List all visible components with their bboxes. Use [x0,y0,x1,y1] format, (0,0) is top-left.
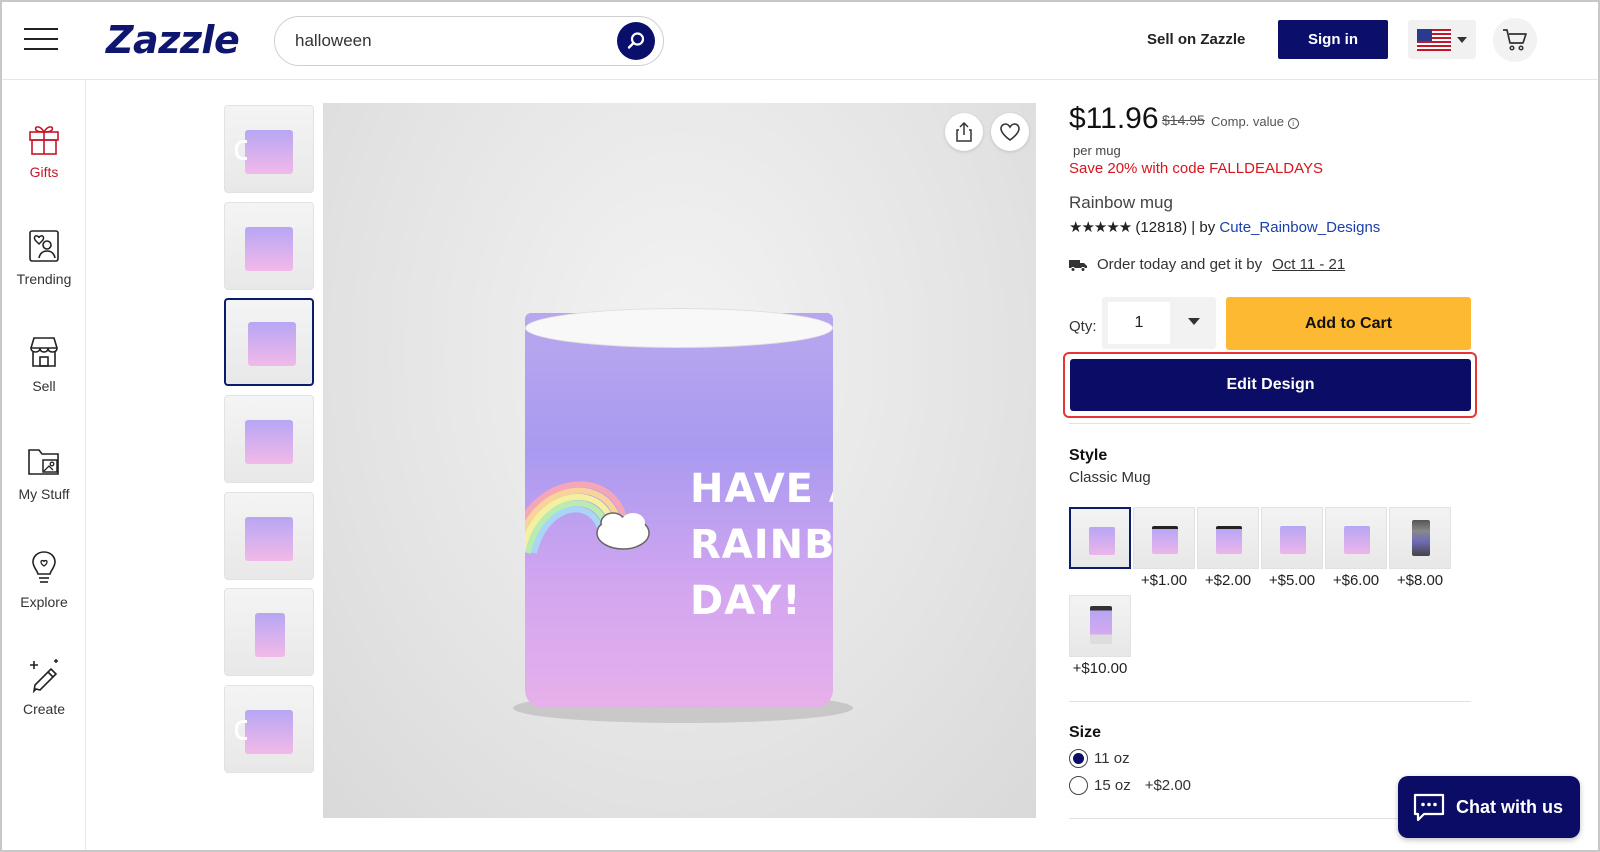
style-selected: Classic Mug [1069,469,1151,486]
style-option[interactable]: +$8.00 [1389,507,1451,589]
nav-label-explore: Explore [20,594,68,610]
size-option-15oz[interactable]: 15 oz +$2.00 [1069,776,1191,795]
info-icon: i [1287,118,1299,129]
cart-icon [1503,29,1527,51]
app-window: Zazzle Sell on Zazzle Sign in Gifts [0,0,1600,852]
main-product-image: HAVE A RAINBOW DAY! [323,103,1036,818]
nav-label-my-stuff: My Stuff [18,486,70,502]
seller-link[interactable]: Cute_Rainbow_Designs [1219,219,1380,236]
rainbow-graphic [525,481,650,554]
price: $11.96 [1069,102,1159,135]
style-option[interactable]: +$1.00 [1133,507,1195,589]
nav-label-gifts: Gifts [29,164,59,180]
edit-design-highlight: Edit Design [1063,352,1477,418]
nav-label-trending: Trending [16,271,72,287]
product-thumbnail-selected[interactable] [224,298,314,386]
trending-heart-icon [29,230,59,262]
gift-icon [29,126,59,155]
truck-icon [1069,259,1087,272]
product-name: Rainbow mug [1069,193,1173,212]
style-option[interactable]: +$10.00 [1069,595,1131,677]
star-rating[interactable]: ★★★★★ [1069,219,1132,236]
sell-on-zazzle-link[interactable]: Sell on Zazzle [1147,31,1245,48]
shipping-info: Order today and get it by Oct 11 - 21 [1069,256,1345,273]
folder-image-icon [28,449,59,475]
search-icon [627,32,645,49]
mug-slogan: HAVE A RAINBOW DAY! [690,466,833,624]
promo-text: Save 20% with code FALLDEALDAYS [1069,160,1324,177]
comp-value-label[interactable]: Comp. value i [1211,114,1299,129]
store-icon [30,337,58,367]
nav-item-explore[interactable]: Explore [2,548,86,628]
rating-row: ★★★★★ (12818) | by Cute_Rainbow_Designs [1069,219,1381,236]
nav-label-sell: Sell [32,378,56,394]
mug-image: HAVE A RAINBOW DAY! [525,313,833,708]
style-option[interactable] [1069,507,1131,572]
product-thumbnail[interactable] [224,202,314,290]
cart-button[interactable] [1493,18,1537,62]
nav-item-gifts[interactable]: Gifts [2,118,86,198]
style-option[interactable]: +$2.00 [1197,507,1259,589]
product-thumbnail[interactable] [224,492,314,580]
nav-item-trending[interactable]: Trending [2,225,86,305]
add-to-cart-button[interactable]: Add to Cart [1226,297,1471,350]
chat-bubble-icon [1413,793,1445,822]
country-selector[interactable] [1408,20,1476,59]
share-button[interactable] [945,113,983,151]
search-button[interactable] [617,22,655,60]
size-title: Size [1069,724,1102,741]
share-icon [956,122,972,142]
style-option[interactable]: +$5.00 [1261,507,1323,589]
quantity-select[interactable]: 1 [1102,297,1216,349]
chevron-down-icon [1457,36,1467,43]
site-header: Zazzle Sell on Zazzle Sign in [2,2,1598,80]
shipping-date-link[interactable]: Oct 11 - 21 [1272,256,1345,273]
divider [1069,701,1471,702]
nav-item-my-stuff[interactable]: My Stuff [2,440,86,520]
nav-item-create[interactable]: Create [2,655,86,735]
nav-item-sell[interactable]: Sell [2,332,86,412]
chat-with-us-button[interactable]: Chat with us [1398,776,1580,838]
divider [1069,423,1471,424]
chevron-down-icon [1188,318,1200,325]
us-flag-icon [1417,28,1451,51]
product-thumbnail[interactable] [224,105,314,193]
chat-label: Chat with us [1456,796,1563,817]
product-thumbnail[interactable] [224,588,314,676]
search-input[interactable] [295,29,595,53]
style-option[interactable]: +$6.00 [1325,507,1387,589]
size-option-11oz[interactable]: 11 oz [1069,749,1130,768]
radio-selected[interactable] [1069,749,1088,768]
favorite-button[interactable] [991,113,1029,151]
lightbulb-icon [32,551,56,583]
style-title: Style [1069,447,1108,464]
product-thumbnail[interactable] [224,395,314,483]
menu-icon[interactable] [24,28,58,52]
quantity-value: 1 [1108,302,1170,344]
radio-unselected[interactable] [1069,776,1088,795]
per-unit-label: per mug [1073,143,1121,158]
product-thumbnail[interactable] [224,685,314,773]
nav-label-create: Create [22,701,66,717]
sign-in-button[interactable]: Sign in [1278,20,1388,59]
magic-pen-icon [30,659,58,694]
edit-design-button[interactable]: Edit Design [1070,359,1471,411]
review-count[interactable]: (12818) [1135,219,1187,236]
heart-icon [1000,123,1020,141]
zazzle-logo[interactable]: Zazzle [106,18,240,62]
qty-label: Qty: [1069,318,1097,335]
left-navigation: Gifts Trending Sell My Stuff Explore Cre… [2,80,86,850]
original-price: $14.95 [1162,112,1205,128]
search-bar [274,16,664,66]
